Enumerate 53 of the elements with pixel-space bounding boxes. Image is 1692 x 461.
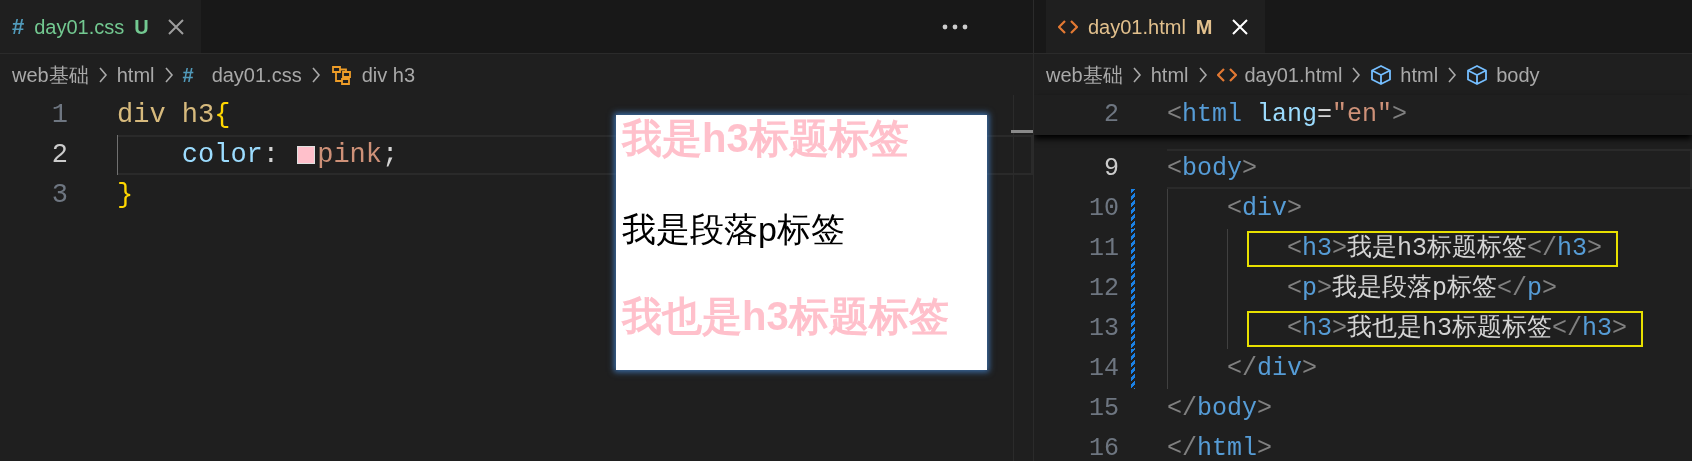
code-line: } [117, 178, 134, 212]
preview-paragraph: 我是段落p标签 [622, 209, 846, 249]
code-line: div h3{ [117, 98, 231, 132]
code-line: <p>我是段落p标签</p> [1287, 273, 1558, 306]
breadcrumb-item[interactable]: div h3 [329, 59, 416, 90]
line-number: 2 [1103, 99, 1119, 132]
git-change-marker[interactable] [1131, 269, 1135, 309]
code-line: <h3>我也是h3标题标签</h3> [1287, 313, 1628, 345]
breadcrumb-item[interactable]: day01.html [1216, 59, 1343, 90]
cube-icon [1466, 63, 1489, 86]
preview-heading: 我是h3标题标签 [622, 115, 910, 161]
breadcrumb-item[interactable]: body [1466, 59, 1540, 90]
line-number: 10 [1088, 193, 1119, 226]
breadcrumb-item[interactable]: # day01.css [182, 59, 302, 90]
line-number: 9 [1103, 153, 1119, 186]
git-change-marker[interactable] [1131, 189, 1135, 229]
line-number: 3 [50, 178, 68, 212]
line-number: 1 [50, 98, 68, 132]
breadcrumb-item[interactable]: html [1370, 59, 1439, 90]
git-change-marker[interactable] [1131, 229, 1135, 269]
code-line: </html> [1167, 433, 1273, 461]
code-line: </div> [1227, 353, 1318, 386]
code-text: color: [181, 138, 280, 172]
preview-heading: 我也是h3标题标签 [622, 293, 950, 339]
editor-tab[interactable]: # day01.css U [0, 0, 201, 53]
git-change-marker[interactable] [1131, 309, 1135, 349]
cube-icon [1370, 63, 1393, 86]
code-icon [1058, 18, 1078, 35]
editor-tab[interactable]: day01.html M [1046, 0, 1265, 53]
code-line: </body> [1167, 393, 1273, 426]
line-number: 13 [1088, 313, 1119, 346]
breadcrumb-item[interactable]: web基础 [12, 59, 89, 90]
breadcrumb-item[interactable]: web基础 [1046, 59, 1123, 90]
code-line: <body> [1167, 153, 1258, 186]
git-change-marker[interactable] [1131, 349, 1135, 389]
code-line: <div> [1227, 193, 1303, 226]
line-number: 16 [1088, 433, 1119, 461]
more-icon[interactable] [941, 22, 969, 31]
code-line: <h3>我是h3标题标签</h3> [1287, 233, 1603, 265]
code-text: pink; [317, 138, 399, 172]
line-number: 14 [1088, 353, 1119, 386]
line-number: 11 [1088, 233, 1119, 266]
close-icon[interactable] [166, 17, 185, 36]
line-number: 12 [1088, 273, 1119, 306]
breadcrumb-item[interactable]: html [1150, 59, 1189, 90]
symbol-tree-icon [329, 63, 354, 86]
scrollbar[interactable] [1011, 130, 1033, 133]
code-line: <html lang="en"> [1167, 99, 1408, 132]
line-number: 15 [1088, 393, 1119, 426]
line-number: 2 [50, 138, 68, 172]
code-icon [1216, 66, 1237, 83]
color-swatch[interactable] [297, 146, 316, 164]
breadcrumb-item[interactable]: html [116, 59, 155, 90]
